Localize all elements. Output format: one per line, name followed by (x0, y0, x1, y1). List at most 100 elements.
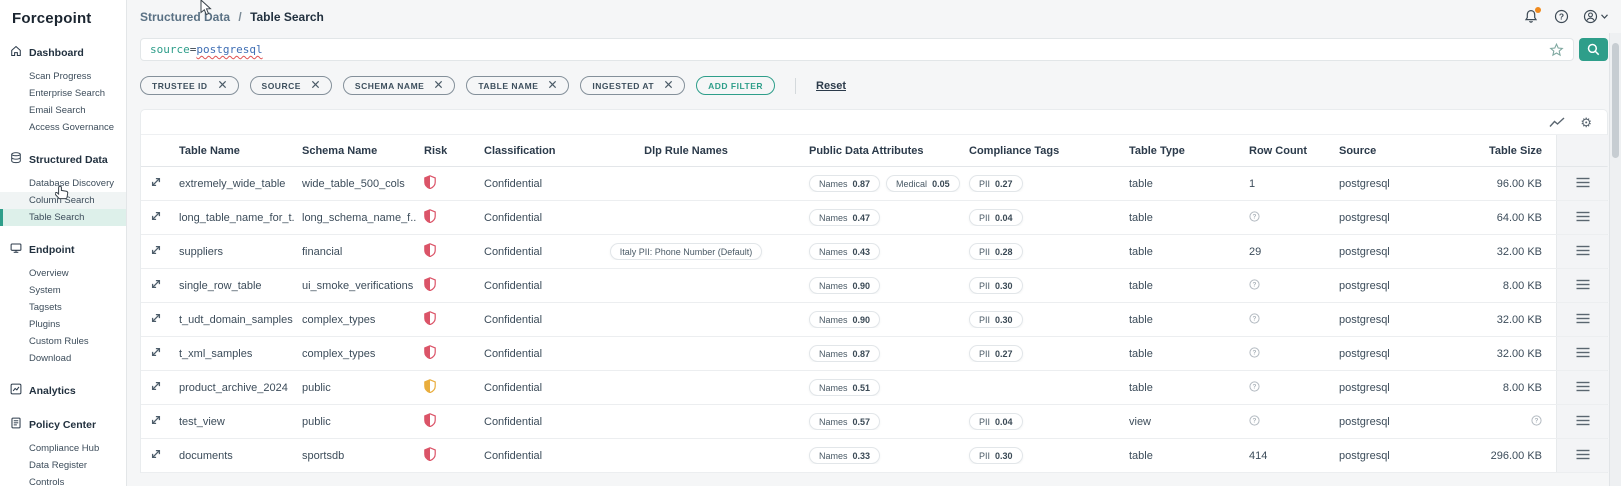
expand-icon (150, 448, 162, 463)
attribute-score: 0.90 (853, 281, 871, 291)
vertical-scrollbar[interactable] (1609, 33, 1621, 486)
table-row[interactable]: test_viewpublicConfidentialNames0.57PII0… (141, 405, 1607, 439)
sidebar-item-custom-rules[interactable]: Custom Rules (0, 333, 126, 350)
column-header-risk[interactable]: Risk (416, 145, 476, 157)
search-input[interactable]: source=postgresql (140, 38, 1574, 61)
monitor-icon (10, 241, 22, 258)
column-header-table-type[interactable]: Table Type (1121, 145, 1241, 157)
scrollbar-thumb[interactable] (1612, 43, 1619, 158)
sidebar-item-database-discovery[interactable]: Database Discovery (0, 175, 126, 192)
filter-chip-table-name[interactable]: TABLE NAME (466, 76, 569, 95)
expand-row-button[interactable] (141, 448, 171, 463)
row-menu-button[interactable] (1556, 167, 1609, 200)
column-header-compliance-tags[interactable]: Compliance Tags (961, 145, 1121, 157)
row-menu-button[interactable] (1556, 371, 1609, 404)
table-row[interactable]: extremely_wide_tablewide_table_500_colsC… (141, 167, 1607, 201)
help-button[interactable]: ? (1553, 9, 1569, 25)
table-row[interactable]: t_udt_domain_samplescomplex_typesConfide… (141, 303, 1607, 337)
sidebar-section-structured-data[interactable]: Structured Data (0, 149, 126, 170)
expand-row-button[interactable] (141, 278, 171, 293)
svg-text:?: ? (1253, 417, 1257, 424)
expand-row-button[interactable] (141, 414, 171, 429)
attribute-badge: Medical0.05 (886, 175, 960, 192)
column-header-dlp-rule-names[interactable]: Dlp Rule Names (571, 145, 801, 157)
sidebar-item-table-search[interactable]: Table Search (0, 209, 126, 226)
sidebar-item-controls-orchestration[interactable]: Controls Orchestration (0, 474, 126, 486)
sidebar-item-overview[interactable]: Overview (0, 265, 126, 282)
row-menu-button[interactable] (1556, 337, 1609, 370)
sidebar-item-data-register[interactable]: Data Register (0, 457, 126, 474)
attribute-score: 0.57 (853, 417, 871, 427)
filter-chip-ingested-at[interactable]: INGESTED AT (580, 76, 685, 95)
row-menu-button[interactable] (1556, 201, 1609, 234)
sidebar-section-endpoint[interactable]: Endpoint (0, 239, 126, 260)
sidebar-section-label: Dashboard (29, 47, 84, 59)
breadcrumb-parent[interactable]: Structured Data (140, 10, 230, 24)
table-row[interactable]: t_xml_samplescomplex_typesConfidentialNa… (141, 337, 1607, 371)
expand-row-button[interactable] (141, 346, 171, 361)
sidebar-item-tagsets[interactable]: Tagsets (0, 299, 126, 316)
table-row[interactable]: suppliersfinancialConfidentialItaly PII:… (141, 235, 1607, 269)
notification-dot (1535, 7, 1541, 13)
filter-chip-schema-name[interactable]: SCHEMA NAME (343, 76, 455, 95)
reset-filters-button[interactable]: Reset (816, 80, 846, 92)
table-settings-button[interactable]: ⚙ (1580, 116, 1592, 129)
sidebar-item-access-governance[interactable]: Access Governance (0, 119, 126, 136)
risk-shield-icon (424, 452, 436, 464)
row-menu-button[interactable] (1556, 235, 1609, 268)
attribute-badge: Names0.43 (809, 243, 880, 260)
search-button[interactable] (1579, 38, 1608, 61)
notifications-button[interactable] (1523, 9, 1539, 25)
sidebar-item-scan-progress[interactable]: Scan Progress (0, 68, 126, 85)
table-row[interactable]: documentssportsdbConfidentialNames0.33PI… (141, 439, 1607, 473)
column-header-source[interactable]: Source (1331, 145, 1451, 157)
sidebar-item-compliance-hub[interactable]: Compliance Hub (0, 440, 126, 457)
filter-chip-source[interactable]: SOURCE (250, 76, 332, 95)
close-icon[interactable] (218, 80, 227, 91)
sidebar-item-download[interactable]: Download (0, 350, 126, 367)
save-search-button[interactable] (1549, 43, 1564, 57)
sidebar-section-analytics[interactable]: Analytics (0, 380, 126, 401)
column-header-classification[interactable]: Classification (476, 145, 571, 157)
sidebar-section-policy-center[interactable]: Policy Center (0, 414, 126, 435)
breadcrumb-separator: / (238, 10, 241, 24)
row-menu-button[interactable] (1556, 269, 1609, 302)
expand-row-button[interactable] (141, 210, 171, 225)
sidebar-section-dashboard[interactable]: Dashboard (0, 42, 126, 63)
sidebar-item-email-search[interactable]: Email Search (0, 102, 126, 119)
trend-view-button[interactable] (1549, 117, 1565, 128)
table-row[interactable]: product_archive_2024publicConfidentialNa… (141, 371, 1607, 405)
column-header-schema-name[interactable]: Schema Name (294, 145, 416, 157)
column-header-row-count[interactable]: Row Count (1241, 145, 1331, 157)
svg-text:?: ? (1253, 383, 1257, 390)
public-attributes-cell: Names0.51 (801, 379, 961, 396)
attribute-label: Medical (896, 179, 927, 189)
account-menu-button[interactable] (1583, 9, 1608, 24)
filter-chip-trustee-id[interactable]: TRUSTEE ID (140, 76, 239, 95)
close-icon[interactable] (311, 80, 320, 91)
row-menu-button[interactable] (1556, 405, 1609, 438)
close-icon[interactable] (434, 80, 443, 91)
classification-cell: Confidential (476, 178, 571, 190)
expand-row-button[interactable] (141, 176, 171, 191)
add-filter-button[interactable]: ADD FILTER (696, 76, 775, 95)
sidebar-item-column-search[interactable]: Column Search (0, 192, 126, 209)
expand-row-button[interactable] (141, 312, 171, 327)
column-header-table-size[interactable]: Table Size (1451, 145, 1556, 157)
close-icon[interactable] (548, 80, 557, 91)
expand-row-button[interactable] (141, 380, 171, 395)
expand-row-button[interactable] (141, 244, 171, 259)
row-menu-button[interactable] (1556, 303, 1609, 336)
account-icon (1583, 9, 1598, 24)
compliance-tags-cell: PII0.04 (961, 209, 1121, 226)
row-count-cell: 1 (1241, 178, 1331, 190)
sidebar-item-plugins[interactable]: Plugins (0, 316, 126, 333)
table-row[interactable]: single_row_tableui_smoke_verificationsCo… (141, 269, 1607, 303)
table-row[interactable]: long_table_name_for_t...long_schema_name… (141, 201, 1607, 235)
sidebar-item-enterprise-search[interactable]: Enterprise Search (0, 85, 126, 102)
column-header-public-data-attributes[interactable]: Public Data Attributes (801, 145, 961, 157)
column-header-table-name[interactable]: Table Name (171, 145, 294, 157)
close-icon[interactable] (664, 80, 673, 91)
row-menu-button[interactable] (1556, 439, 1609, 472)
sidebar-item-system[interactable]: System (0, 282, 126, 299)
